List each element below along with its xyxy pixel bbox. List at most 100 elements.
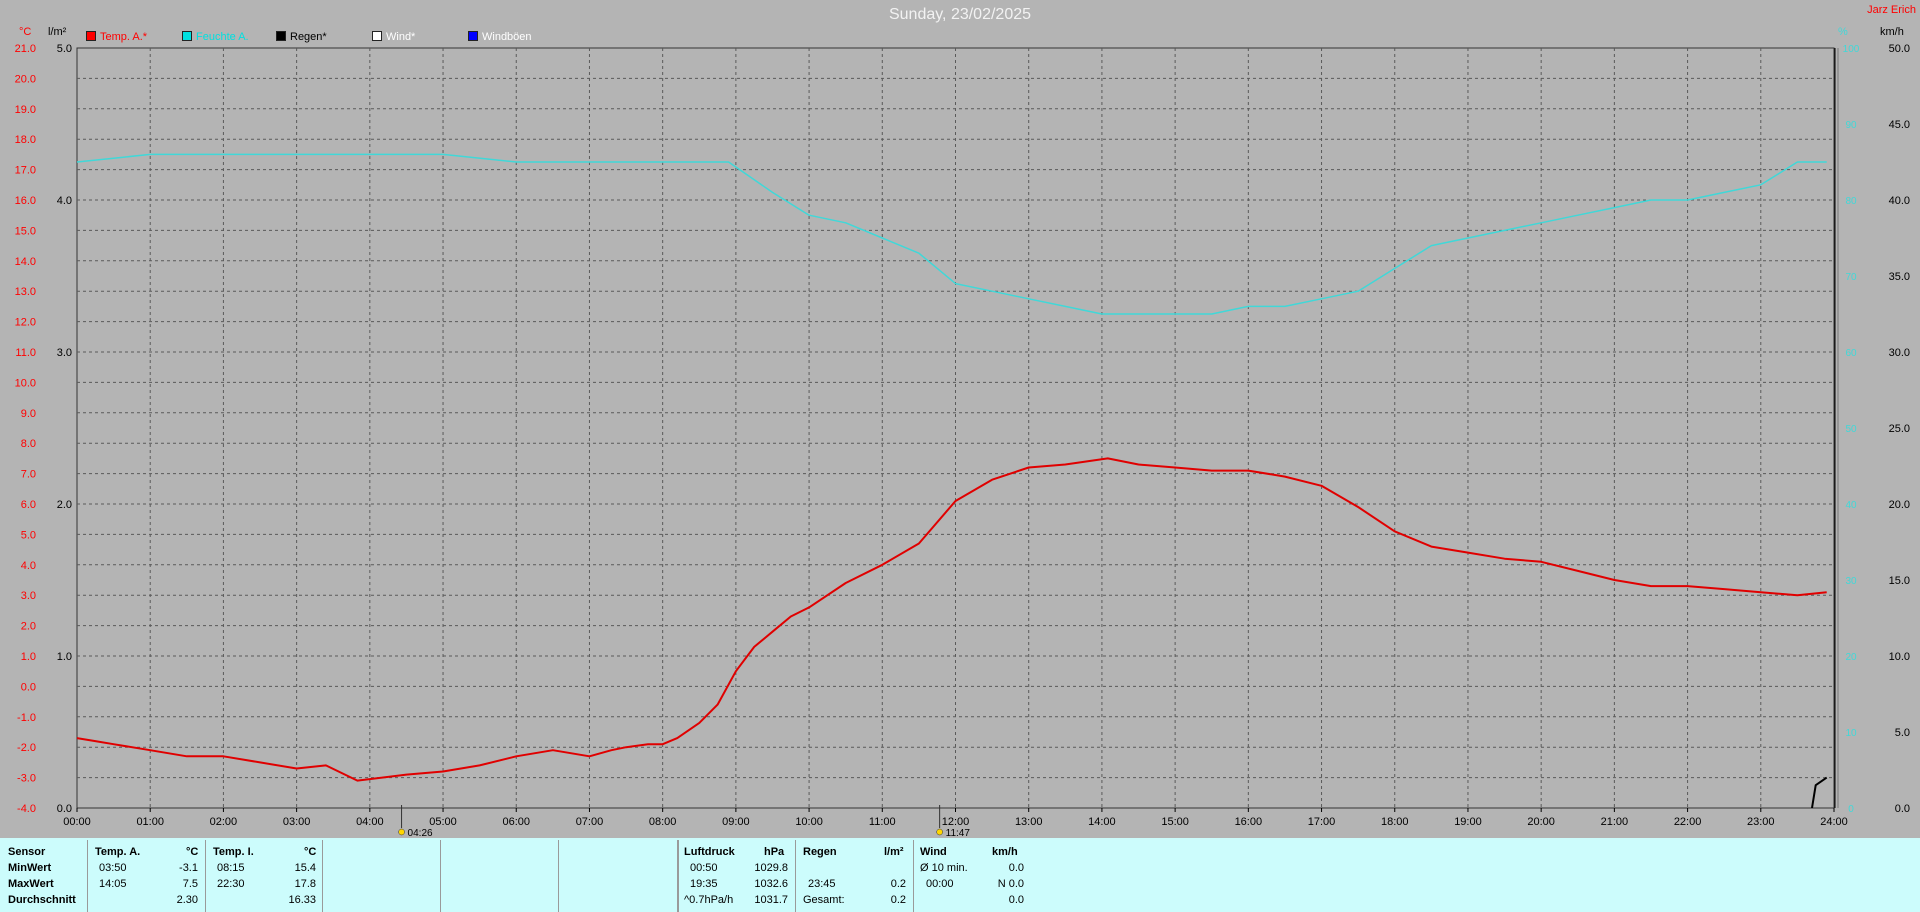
sun-noon-icon (936, 828, 943, 836)
wind-tick-label: 40.0 (1889, 195, 1910, 207)
statistics-panel: Sensor MinWert MaxWert Durchschnitt Temp… (0, 838, 1920, 912)
x-tick-label: 13:00 (1015, 816, 1043, 828)
sunrise-icon (398, 828, 405, 836)
x-tick-label: 08:00 (649, 816, 677, 828)
wind-header: Wind (920, 846, 947, 858)
rain-max-time: 23:45 (808, 878, 836, 890)
temperature-line (76, 457, 1827, 782)
chart-axes: 00:00 01:00 02:00 03:00 04:00 05:00 06:00 07:00… (15, 43, 1910, 838)
weather-chart: 00:00 01:00 02:00 03:00 04:00 05:00 06:00 07:00… (15, 43, 1910, 838)
stats-row-label: MaxWert (8, 878, 54, 890)
temp-a-avg: 2.30 (176, 894, 198, 906)
temp-a-header: Temp. A. (95, 846, 141, 858)
pressure-avg: 1031.7 (754, 894, 788, 906)
temp-tick-label: -2.0 (17, 742, 36, 754)
humidity-tick-label: 100 (1843, 44, 1860, 55)
pressure-min: 1029.8 (754, 862, 788, 874)
divider (913, 840, 914, 912)
x-tick-label: 15:00 (1161, 816, 1189, 828)
temp-tick-label: 17.0 (15, 165, 36, 177)
chart-series (76, 153, 1828, 809)
legend-swatch (372, 31, 382, 41)
legend-humidity[interactable]: Feuchte A. (182, 31, 249, 43)
temp-tick-label: -3.0 (17, 773, 36, 785)
rain-header: Regen (803, 846, 837, 858)
pressure-max: 1032.6 (754, 878, 788, 890)
temp-i-avg: 16.33 (288, 894, 316, 906)
wind-max: N 0.0 (997, 878, 1024, 890)
x-tick-label: 20:00 (1527, 816, 1555, 828)
marker-time-label: 11:47 (946, 828, 971, 838)
temp-tick-label: 5.0 (21, 529, 36, 541)
wind-tick-label: 0.0 (1895, 803, 1910, 815)
humidity-line (76, 153, 1827, 315)
divider (678, 840, 679, 912)
legend-wind[interactable]: Wind* (372, 31, 415, 43)
divider (558, 840, 559, 912)
rain-tick-label: 0.0 (57, 803, 72, 815)
humidity-tick-label: 60 (1845, 348, 1857, 359)
divider (205, 840, 206, 912)
wind-avg: 0.0 (1008, 862, 1024, 874)
wind-unit-label: km/h (1880, 26, 1904, 38)
wind-max-time: 00:00 (926, 878, 954, 890)
pressure-header: Luftdruck (684, 846, 735, 858)
temp-a-min: -3.1 (179, 862, 198, 874)
wind-tick-label: 25.0 (1889, 423, 1910, 435)
x-tick-label: 16:00 (1235, 816, 1263, 828)
temp-tick-label: 13.0 (15, 286, 36, 298)
humidity-tick-label: 70 (1845, 272, 1857, 283)
rain-unit: l/m² (884, 846, 904, 858)
temp-tick-label: 16.0 (15, 195, 36, 207)
humidity-tick-label: 0 (1848, 804, 1854, 815)
x-tick-label: 11:00 (869, 816, 896, 828)
rain-tick-label: 4.0 (57, 195, 72, 207)
wind-avg-label: Ø 10 min. (920, 862, 968, 874)
legend-swatch (182, 31, 192, 41)
legend-swatch (86, 31, 96, 41)
legend-swatch (276, 31, 286, 41)
wind-tick-label: 35.0 (1889, 271, 1910, 283)
pressure-min-time: 00:50 (690, 862, 718, 874)
temp-tick-label: 4.0 (21, 560, 36, 572)
temp-tick-label: 12.0 (15, 317, 36, 329)
temp-tick-label: -4.0 (17, 803, 36, 815)
x-tick-label: 06:00 (502, 816, 530, 828)
pressure-unit: hPa (764, 846, 785, 858)
x-tick-label: 05:00 (429, 816, 457, 828)
legend-rain[interactable]: Regen* (276, 31, 327, 43)
temp-tick-label: 15.0 (15, 225, 36, 237)
wind-tick-label: 10.0 (1889, 651, 1910, 663)
temp-i-max: 17.8 (294, 878, 316, 890)
humidity-tick-label: 90 (1845, 120, 1857, 131)
x-tick-label: 00:00 (63, 816, 91, 828)
humidity-unit-label: % (1838, 26, 1848, 38)
pressure-trend: ^0.7hPa/h (684, 894, 734, 906)
rain-total: 0.2 (890, 894, 906, 906)
x-tick-label: 18:00 (1381, 816, 1409, 828)
rain-max: 0.2 (890, 878, 906, 890)
stats-row-label: Durchschnitt (8, 894, 76, 906)
humidity-tick-label: 20 (1845, 652, 1857, 663)
rain-total-label: Gesamt: (803, 894, 845, 906)
temp-tick-label: 10.0 (15, 377, 36, 389)
x-tick-label: 14:00 (1088, 816, 1116, 828)
temp-tick-label: 1.0 (21, 651, 36, 663)
chart-grid (76, 47, 1835, 809)
temp-tick-label: 21.0 (15, 43, 36, 55)
x-tick-label: 23:00 (1747, 816, 1775, 828)
temp-i-max-time: 22:30 (217, 878, 245, 890)
wind-tick-label: 30.0 (1889, 347, 1910, 359)
temp-tick-label: 14.0 (15, 256, 36, 268)
legend-gusts[interactable]: Windböen (468, 31, 532, 43)
x-tick-label: 17:00 (1308, 816, 1336, 828)
temp-tick-label: 18.0 (15, 134, 36, 146)
temp-i-header: Temp. I. (213, 846, 254, 858)
stats-row-label: MinWert (8, 862, 52, 874)
x-tick-label: 19:00 (1454, 816, 1482, 828)
temp-tick-label: -1.0 (17, 712, 36, 724)
legend-temp-a[interactable]: Temp. A.* (86, 31, 147, 43)
rain-line (1811, 776, 1828, 809)
x-tick-label: 09:00 (722, 816, 750, 828)
temp-i-min-time: 08:15 (217, 862, 245, 874)
